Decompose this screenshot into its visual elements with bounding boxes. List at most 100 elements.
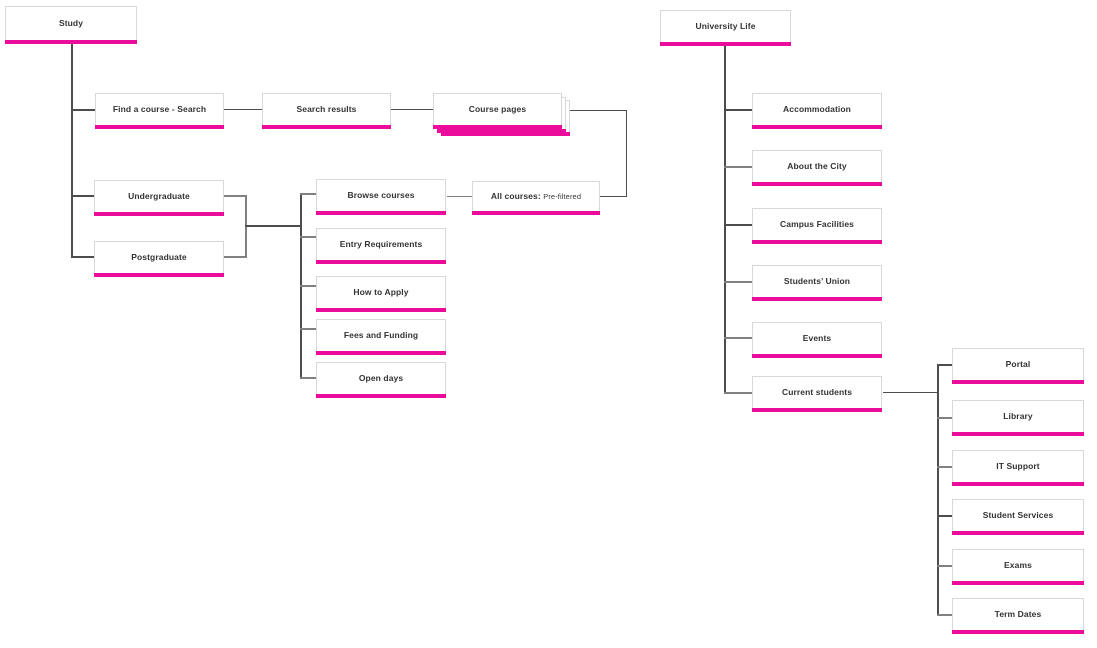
node-campus-facilities[interactable]: Campus Facilities — [752, 208, 882, 244]
node-accent-bar — [316, 211, 446, 215]
connector-trunk-portal — [937, 364, 953, 366]
node-accent-bar — [472, 211, 600, 215]
connector-trunk-entry-requirements — [300, 236, 317, 238]
node-library[interactable]: Library — [952, 400, 1084, 436]
node-open-days[interactable]: Open days — [316, 362, 446, 398]
node-how-to-apply-label: How to Apply — [353, 287, 409, 298]
node-events-label: Events — [802, 333, 832, 344]
node-term-dates[interactable]: Term Dates — [952, 598, 1084, 634]
node-it-support[interactable]: IT Support — [952, 450, 1084, 486]
node-all-courses-main: All courses: — [490, 191, 541, 202]
node-accent-bar — [437, 129, 566, 133]
node-search-results-label: Search results — [296, 104, 357, 115]
node-accent-bar — [752, 182, 882, 186]
node-campus-facilities-label: Campus Facilities — [780, 219, 854, 230]
node-about-the-city-label: About the City — [787, 161, 847, 172]
node-accent-bar — [316, 260, 446, 264]
node-postgraduate-label: Postgraduate — [131, 252, 187, 263]
node-accent-bar — [660, 42, 791, 46]
node-exams[interactable]: Exams — [952, 549, 1084, 585]
node-browse-courses[interactable]: Browse courses — [316, 179, 446, 215]
node-students-union[interactable]: Students’ Union — [752, 265, 882, 301]
connector-trunk-open-days — [300, 377, 317, 379]
connector-trunk-exams — [937, 565, 953, 567]
node-all-courses[interactable]: All courses: Pre-filtered — [472, 181, 600, 215]
node-library-label: Library — [1003, 411, 1033, 422]
node-accommodation-label: Accommodation — [783, 104, 851, 115]
node-current-students[interactable]: Current students — [752, 376, 882, 412]
node-about-the-city[interactable]: About the City — [752, 150, 882, 186]
node-accent-bar — [952, 531, 1084, 535]
node-accent-bar — [95, 125, 224, 129]
node-portal-label: Portal — [1005, 359, 1031, 370]
node-accent-bar — [752, 240, 882, 244]
connector-study-find-a-course — [71, 109, 96, 111]
connector-trunk-browse-courses — [300, 193, 317, 195]
node-accent-bar — [752, 297, 882, 301]
connector-degree-level-to-subtree — [245, 225, 301, 227]
node-search-results[interactable]: Search results — [262, 93, 391, 129]
node-it-support-label: IT Support — [996, 461, 1040, 472]
connector-trunk-fees-and-funding — [300, 328, 317, 330]
node-undergraduate[interactable]: Undergraduate — [94, 180, 224, 216]
node-study[interactable]: Study — [5, 6, 137, 44]
node-find-a-course-search-label: Find a course - Search — [112, 104, 207, 115]
node-accent-bar — [952, 581, 1084, 585]
node-university-life[interactable]: University Life — [660, 10, 791, 46]
node-course-pages-label: Course pages — [468, 104, 527, 115]
node-all-courses-label: All courses: Pre-filtered — [491, 192, 581, 201]
connector-trunk-library — [937, 417, 953, 419]
connector-browse-courses-all-courses — [447, 196, 473, 197]
connector-into-all-courses — [600, 196, 627, 197]
connector-trunk-about-the-city — [724, 166, 753, 168]
node-current-students-label: Current students — [781, 387, 853, 398]
node-student-services[interactable]: Student Services — [952, 499, 1084, 535]
connector-study-undergraduate — [71, 195, 96, 197]
node-accent-bar — [5, 40, 137, 44]
connector-study-trunk — [71, 41, 73, 257]
node-accommodation[interactable]: Accommodation — [752, 93, 882, 129]
node-find-a-course-search[interactable]: Find a course - Search — [95, 93, 224, 129]
connector-trunk-campus-facilities — [724, 224, 753, 226]
node-students-union-label: Students’ Union — [783, 276, 851, 287]
connector-university-life-trunk — [724, 41, 726, 393]
connector-study-postgraduate — [71, 256, 96, 258]
node-fees-and-funding[interactable]: Fees and Funding — [316, 319, 446, 355]
connector-trunk-events — [724, 337, 753, 339]
node-accent-bar — [952, 432, 1084, 436]
connector-trunk-term-dates — [937, 614, 953, 616]
node-browse-courses-label: Browse courses — [347, 190, 415, 201]
connector-trunk-accommodation — [724, 109, 753, 111]
node-term-dates-label: Term Dates — [994, 609, 1042, 620]
connector-trunk-how-to-apply — [300, 285, 317, 287]
node-postgraduate[interactable]: Postgraduate — [94, 241, 224, 277]
sitemap-diagram: Study Find a course - Search Search resu… — [0, 0, 1097, 648]
node-course-pages[interactable]: Course pages — [433, 93, 562, 129]
node-portal[interactable]: Portal — [952, 348, 1084, 384]
connector-undergraduate-right — [224, 195, 247, 197]
connector-course-pages-down — [626, 110, 627, 196]
node-accent-bar — [952, 482, 1084, 486]
connector-trunk-students-union — [724, 281, 753, 283]
connector-trunk-it-support — [937, 466, 953, 468]
node-fees-and-funding-label: Fees and Funding — [343, 330, 419, 341]
node-accent-bar — [316, 308, 446, 312]
connector-find-a-course-search-results — [224, 109, 263, 110]
node-how-to-apply[interactable]: How to Apply — [316, 276, 446, 312]
node-study-label: Study — [58, 18, 84, 29]
node-entry-requirements-label: Entry Requirements — [339, 239, 423, 250]
connector-trunk-current-students — [724, 392, 753, 394]
node-accent-bar — [433, 125, 562, 129]
node-accent-bar — [752, 125, 882, 129]
node-accent-bar — [316, 351, 446, 355]
node-accent-bar — [262, 125, 391, 129]
node-accent-bar — [94, 273, 224, 277]
node-entry-requirements[interactable]: Entry Requirements — [316, 228, 446, 264]
node-exams-label: Exams — [1004, 560, 1032, 571]
connector-search-results-course-pages — [390, 109, 433, 110]
node-accent-bar — [952, 630, 1084, 634]
connector-postgraduate-right — [224, 256, 247, 258]
node-events[interactable]: Events — [752, 322, 882, 358]
node-all-courses-sublabel: Pre-filtered — [543, 192, 582, 202]
node-student-services-label: Student Services — [982, 510, 1054, 521]
